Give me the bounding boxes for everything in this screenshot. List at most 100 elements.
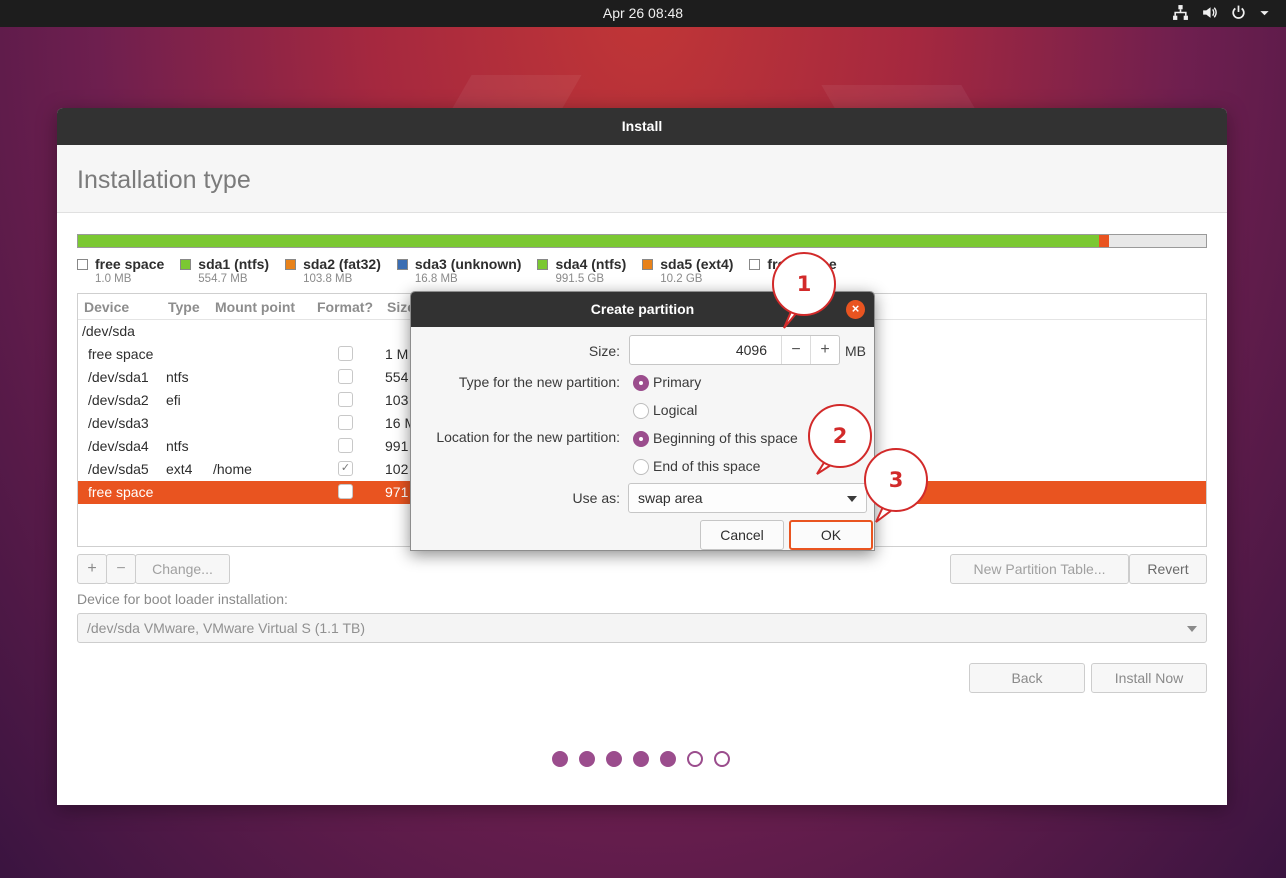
boot-loader-select[interactable]: /dev/sda VMware, VMware Virtual S (1.1 T… [77,613,1207,643]
primary-radio-label[interactable]: Primary [653,374,701,390]
legend-swatch [396,258,408,270]
legend-label: sda3 (unknown) [414,256,522,272]
format-checkbox[interactable] [338,392,353,407]
use-as-value: swap area [638,490,703,506]
beginning-radio-label[interactable]: Beginning of this space [653,430,798,446]
dialog-title-text: Create partition [590,301,695,317]
volume-icon[interactable] [1201,4,1218,21]
beginning-radio[interactable] [633,431,649,447]
size-increment-button[interactable]: + [810,336,839,364]
disk-bar-segment [78,235,1099,247]
progress-dot [714,751,730,767]
size-label: Size: [588,343,620,359]
legend-label: sda2 (fat32) [303,256,381,272]
callout-3: 3 [864,448,928,512]
row-mount-point: /home [213,461,252,477]
end-radio[interactable] [633,459,649,475]
install-now-button[interactable]: Install Now [1091,663,1207,693]
row-device: /dev/sda3 [88,415,149,431]
logical-radio-label[interactable]: Logical [653,402,697,418]
format-checkbox[interactable] [338,369,353,384]
format-checkbox[interactable] [338,346,353,361]
row-size: 102 [385,461,409,477]
use-as-select[interactable]: swap area [628,483,867,513]
window-title: Install [57,108,1227,145]
disk-bar-segment [1098,235,1109,247]
legend-swatch [180,258,192,270]
row-device: free space [88,346,154,362]
legend-item: sda1 (ntfs) 554.7 MB [180,256,269,285]
close-icon[interactable]: × [846,300,865,319]
column-device[interactable]: Device [84,299,129,315]
legend-item: sda3 (unknown) 16.8 MB [396,256,522,285]
page-title: Installation type [77,166,251,194]
progress-dot [633,751,649,767]
row-size: 1 M [385,346,409,362]
row-device: free space [88,484,154,500]
back-button[interactable]: Back [969,663,1085,693]
legend-size: 991.5 GB [555,273,605,285]
legend-size: 554.7 MB [198,273,248,285]
row-type: efi [166,392,181,408]
dropdown-arrow-icon [1187,626,1197,632]
chevron-down-icon[interactable] [1259,4,1270,21]
legend-swatch [77,258,88,270]
size-spinbox[interactable]: 4096 − + [629,335,840,365]
legend-label: sda1 (ntfs) [198,256,270,272]
format-checkbox[interactable] [338,484,353,499]
row-device: /dev/sda [82,323,135,339]
legend-size: 16.8 MB [414,273,458,285]
legend-item: sda4 (ntfs) 991.5 GB [537,256,626,285]
disk-bar-segment [1108,235,1206,247]
column-format[interactable]: Format? [317,299,373,315]
row-device: /dev/sda1 [88,369,149,385]
row-type: ext4 [166,461,193,477]
callout-1: 1 [772,252,836,316]
legend-label: sda4 (ntfs) [555,256,627,272]
partition-legend: free space 1.0 MB sda1 (ntfs) 554.7 MB sda2 … [77,256,853,285]
network-icon[interactable] [1172,4,1189,21]
size-decrement-button[interactable]: − [781,336,810,364]
row-size: 971 [385,484,409,500]
callout-2: 2 [808,404,872,468]
power-icon[interactable] [1230,4,1247,21]
legend-swatch [285,258,297,270]
size-input[interactable]: 4096 [736,342,767,358]
legend-item: free space 1.0 MB [77,256,164,285]
legend-swatch [537,258,549,270]
column-mount-point[interactable]: Mount point [215,299,295,315]
legend-item: sda5 (ext4) 10.2 GB [642,256,733,285]
system-tray[interactable] [1172,4,1270,21]
format-checkbox[interactable] [338,415,353,430]
end-radio-label[interactable]: End of this space [653,458,760,474]
revert-button[interactable]: Revert [1129,554,1207,584]
legend-size: 1.0 MB [95,273,132,285]
new-partition-table-button[interactable]: New Partition Table... [950,554,1129,584]
column-type[interactable]: Type [168,299,200,315]
format-checkbox[interactable] [338,438,353,453]
progress-dot [687,751,703,767]
progress-dot [606,751,622,767]
format-checkbox[interactable]: ✓ [338,461,353,476]
top-bar: Apr 26 08:48 [0,0,1286,27]
partition-location-label: Location for the new partition: [436,429,620,445]
logical-radio[interactable] [633,403,649,419]
legend-item: sda2 (fat32) 103.8 MB [285,256,381,285]
clock[interactable]: Apr 26 08:48 [0,5,1286,21]
row-size: 991 [385,438,409,454]
row-device: /dev/sda2 [88,392,149,408]
cancel-button[interactable]: Cancel [700,520,784,550]
legend-size: 10.2 GB [660,273,703,285]
row-size: 103 [385,392,409,408]
change-partition-button[interactable]: Change... [135,554,230,584]
row-size: 554 [385,369,409,385]
row-type: ntfs [166,438,189,454]
boot-loader-label: Device for boot loader installation: [77,591,288,607]
ok-button[interactable]: OK [789,520,873,550]
legend-label: free space [95,256,165,272]
primary-radio[interactable] [633,375,649,391]
boot-loader-value: /dev/sda VMware, VMware Virtual S (1.1 T… [87,620,366,636]
remove-partition-button[interactable]: − [106,554,136,584]
partition-type-label: Type for the new partition: [458,374,620,390]
add-partition-button[interactable]: + [77,554,107,584]
